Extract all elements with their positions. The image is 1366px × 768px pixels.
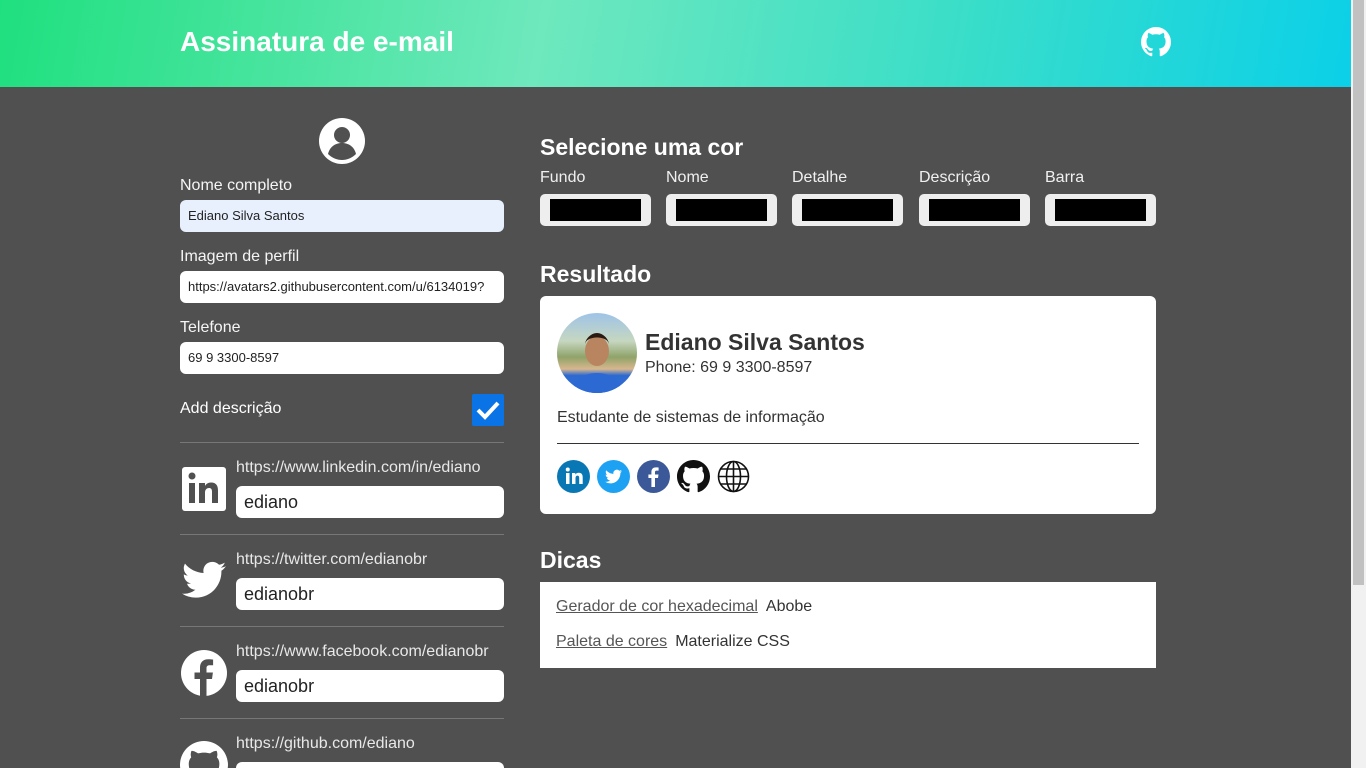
twitter-icon[interactable] [597,460,630,493]
facebook-input[interactable]: edianobr [236,670,504,702]
result-title: Resultado [540,261,652,287]
twitter-url: https://twitter.com/edianobr [236,551,428,568]
profile-photo [557,313,637,393]
color-label: Detalhe [792,169,848,186]
user-circle-icon [319,118,365,164]
image-label: Imagem de perfil [180,248,300,265]
description-checkbox[interactable] [472,394,504,426]
color-picker[interactable] [1045,194,1156,226]
image-input[interactable]: https://avatars2.githubusercontent.com/u… [180,271,504,303]
signature-preview: Ediano Silva Santos Phone: 69 9 3300-859… [540,296,1156,514]
globe-icon[interactable] [717,460,750,493]
description-label: Add descrição [180,400,282,417]
linkedin-icon[interactable] [557,460,590,493]
tip-source: Abobe [765,598,813,615]
signature-description: Estudante de sistemas de informação [557,409,825,426]
tips-panel: Gerador de cor hexadecimal Abobe Paleta d… [540,582,1156,668]
color-fundo: Fundo [540,169,651,226]
github-icon [180,741,228,768]
github-url: https://github.com/ediano [236,735,415,752]
facebook-url: https://www.facebook.com/edianobr [236,643,489,660]
color-label: Fundo [540,169,586,186]
github-icon[interactable] [1141,27,1171,57]
name-input[interactable]: Ediano Silva Santos [180,200,504,232]
facebook-icon [181,650,227,696]
signature-name: Ediano Silva Santos [645,329,865,355]
page-title: Assinatura de e-mail [180,26,454,57]
header: Assinatura de e-mail [0,0,1351,87]
color-label: Nome [666,169,709,186]
linkedin-input[interactable]: ediano [236,486,504,518]
color-picker[interactable] [666,194,777,226]
hex-color-generator-link[interactable]: Gerador de cor hexadecimal [556,598,758,615]
scrollbar-thumb[interactable] [1353,0,1364,585]
scrollbar[interactable] [1351,0,1366,768]
phone-label: Telefone [180,319,241,336]
twitter-icon [182,561,226,598]
colors-title: Selecione uma cor [540,134,744,160]
tips-title: Dicas [540,547,602,573]
facebook-icon[interactable] [637,460,670,493]
linkedin-icon [182,467,226,511]
check-icon [476,401,500,420]
color-label: Descrição [919,169,991,186]
phone-input[interactable]: 69 9 3300-8597 [180,342,504,374]
tip-row: Paleta de cores Materialize CSS [556,633,790,651]
divider [180,626,504,627]
tip-row: Gerador de cor hexadecimal Abobe [556,598,812,616]
divider [180,534,504,535]
twitter-input[interactable]: edianobr [236,578,504,610]
color-label: Barra [1045,169,1085,186]
color-descricao: Descrição [919,169,1030,226]
color-picker[interactable] [792,194,903,226]
color-detalhe: Detalhe [792,169,903,226]
signature-phone: Phone: 69 9 3300-8597 [645,359,813,376]
github-icon[interactable] [677,460,710,493]
divider [180,718,504,719]
linkedin-url: https://www.linkedin.com/in/ediano [236,459,481,476]
color-palette-link[interactable]: Paleta de cores [556,633,667,650]
name-label: Nome completo [180,177,293,194]
color-picker[interactable] [919,194,1030,226]
color-nome: Nome [666,169,777,226]
color-barra: Barra [1045,169,1156,226]
color-picker[interactable] [540,194,651,226]
tip-source: Materialize CSS [675,633,790,650]
github-input[interactable] [236,762,504,768]
signature-bar [557,443,1139,444]
divider [180,442,504,443]
